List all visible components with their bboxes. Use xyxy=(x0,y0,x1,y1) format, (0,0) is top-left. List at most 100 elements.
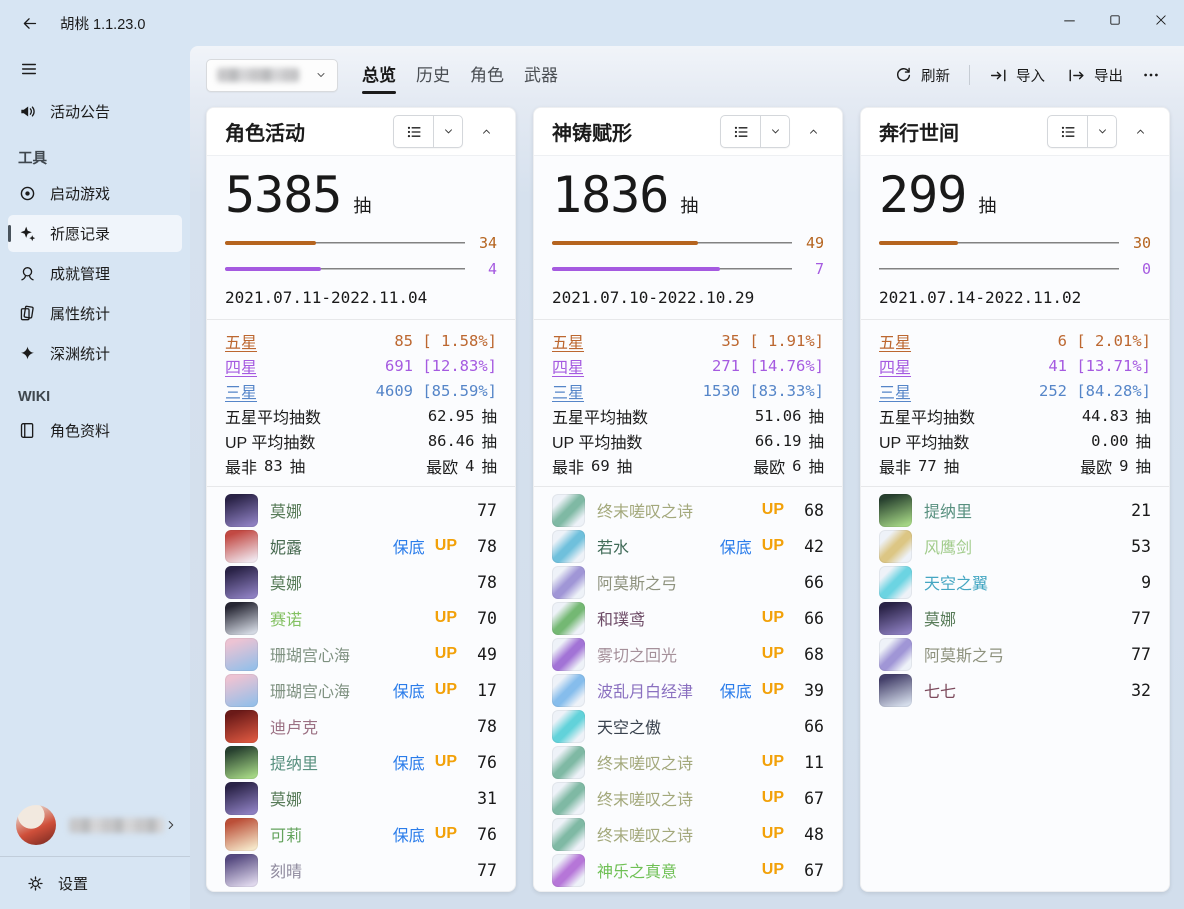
minimize-button[interactable] xyxy=(1046,0,1092,40)
list-item[interactable]: 莫娜 77 xyxy=(879,600,1151,636)
star-stat-row: 五星 85 [ 1.58%] xyxy=(225,328,497,353)
item-pull-count: 21 xyxy=(1123,501,1151,520)
list-item[interactable]: 阿莫斯之弓 77 xyxy=(879,636,1151,672)
list-item[interactable]: 迪卢克 78 xyxy=(225,708,497,744)
star-stat-row: 四星 41 [13.71%] xyxy=(879,353,1151,378)
sidebar-item[interactable]: 活动公告 xyxy=(8,93,182,130)
list-item[interactable]: 莫娜 78 xyxy=(225,564,497,600)
chevron-up-icon xyxy=(808,126,819,137)
skyward-claymore-icon xyxy=(552,710,585,743)
worst-pull-label: 最非 xyxy=(225,454,257,478)
star-rank-link[interactable]: 三星 xyxy=(879,379,911,403)
collapse-card-button[interactable] xyxy=(471,118,501,146)
export-button[interactable]: 导出 xyxy=(1056,59,1134,92)
aqua-simulacra-bow-icon xyxy=(552,530,585,563)
list-mode-split-button xyxy=(720,115,790,148)
item-name: 阿莫斯之弓 xyxy=(924,642,1004,666)
star-rank-link[interactable]: 三星 xyxy=(225,379,257,403)
more-button[interactable] xyxy=(1134,60,1168,90)
list-item[interactable]: 神乐之真意 UP67 xyxy=(552,852,824,888)
item-name: 莫娜 xyxy=(270,498,302,522)
average-stat-row: 五星平均抽数 44.83 抽 xyxy=(879,403,1151,428)
sidebar-item[interactable]: 成就管理 xyxy=(8,255,182,292)
tab-item[interactable]: 历史 xyxy=(406,55,460,96)
average-value: 62.95 xyxy=(428,407,475,425)
sidebar-item[interactable]: 属性统计 xyxy=(8,295,182,332)
list-item[interactable]: 妮露 保底UP78 xyxy=(225,528,497,564)
list-item[interactable]: 波乱月白经津 保底UP39 xyxy=(552,672,824,708)
list-icon xyxy=(1059,123,1077,141)
list-item[interactable]: 终末嗟叹之诗 UP48 xyxy=(552,816,824,852)
average-stat-row: 五星平均抽数 51.06 抽 xyxy=(552,403,824,428)
sidebar-item[interactable]: 启动游戏 xyxy=(8,175,182,212)
maximize-button[interactable] xyxy=(1092,0,1138,40)
list-item[interactable]: 可莉 保底UP76 xyxy=(225,816,497,852)
list-item[interactable]: 莫娜 77 xyxy=(225,492,497,528)
list-view-button[interactable] xyxy=(1048,116,1087,147)
star-rank-link[interactable]: 三星 xyxy=(552,379,584,403)
back-button[interactable] xyxy=(12,8,46,38)
list-item[interactable]: 提纳里 21 xyxy=(879,492,1151,528)
target-icon xyxy=(17,184,37,204)
skyward-harp-bow-icon xyxy=(879,566,912,599)
item-pull-count: 53 xyxy=(1123,537,1151,556)
star-count-percent: 271 [14.76%] xyxy=(712,357,824,375)
star-rank-link[interactable]: 四星 xyxy=(552,354,584,378)
list-item[interactable]: 终末嗟叹之诗 UP11 xyxy=(552,744,824,780)
list-item[interactable]: 七七 32 xyxy=(879,672,1151,708)
list-item[interactable]: 终末嗟叹之诗 UP68 xyxy=(552,492,824,528)
star-rank-link[interactable]: 五星 xyxy=(552,329,584,353)
action-label: 导入 xyxy=(1016,65,1045,86)
list-item[interactable]: 天空之傲 66 xyxy=(552,708,824,744)
amos-bow-icon xyxy=(552,566,585,599)
list-item[interactable]: 天空之翼 9 xyxy=(879,564,1151,600)
star-rank-link[interactable]: 四星 xyxy=(225,354,257,378)
tab-selected[interactable]: 总览 xyxy=(352,55,406,96)
list-item[interactable]: 风鹰剑 53 xyxy=(879,528,1151,564)
list-item[interactable]: 赛诺 UP70 xyxy=(225,600,497,636)
list-item[interactable]: 刻晴 77 xyxy=(225,852,497,888)
list-item[interactable]: 终末嗟叹之诗 UP67 xyxy=(552,780,824,816)
list-mode-dropdown-button[interactable] xyxy=(1088,116,1116,147)
list-item[interactable]: 若水 保底UP42 xyxy=(552,528,824,564)
bar-track xyxy=(879,241,1119,246)
collapse-card-button[interactable] xyxy=(798,118,828,146)
action-label: 刷新 xyxy=(921,65,950,86)
uid-selector-dropdown[interactable] xyxy=(206,59,338,92)
star-count-percent: 41 [13.71%] xyxy=(1048,357,1151,375)
list-item[interactable]: 雾切之回光 UP68 xyxy=(552,636,824,672)
list-view-button[interactable] xyxy=(394,116,433,147)
collapse-card-button[interactable] xyxy=(1125,118,1155,146)
menu-toggle-button[interactable] xyxy=(10,52,48,86)
sidebar-item[interactable]: 祈愿记录 xyxy=(8,215,182,252)
list-item[interactable]: 阿莫斯之弓 66 xyxy=(552,564,824,600)
sidebar-item-settings[interactable]: 设置 xyxy=(0,857,190,909)
list-item[interactable]: 提纳里 保底UP76 xyxy=(225,744,497,780)
list-item[interactable]: 珊瑚宫心海 UP49 xyxy=(225,636,497,672)
star-rank-link[interactable]: 四星 xyxy=(879,354,911,378)
tab-item[interactable]: 角色 xyxy=(460,55,514,96)
star-rank-link[interactable]: 五星 xyxy=(225,329,257,353)
star-rank-link[interactable]: 五星 xyxy=(879,329,911,353)
list-item[interactable]: 珊瑚宫心海 保底UP17 xyxy=(225,672,497,708)
average-stat-row: UP 平均抽数 66.19 抽 xyxy=(552,428,824,453)
list-view-button[interactable] xyxy=(721,116,760,147)
user-account-row[interactable] xyxy=(0,794,190,856)
list-mode-dropdown-button[interactable] xyxy=(761,116,789,147)
list-mode-dropdown-button[interactable] xyxy=(434,116,462,147)
close-button[interactable] xyxy=(1138,0,1184,40)
item-name: 波乱月白经津 xyxy=(597,678,693,702)
list-item[interactable]: 和璞鸢 UP66 xyxy=(552,600,824,636)
item-name: 妮露 xyxy=(270,534,302,558)
import-button[interactable]: 导入 xyxy=(978,59,1056,92)
item-pull-count: 67 xyxy=(796,789,824,808)
item-pull-count: 77 xyxy=(469,861,497,880)
sidebar-item[interactable]: 角色资料 xyxy=(8,412,182,449)
keqing-portrait-icon xyxy=(225,854,258,887)
sidebar-item[interactable]: 深渊统计 xyxy=(8,335,182,372)
list-item[interactable]: 莫娜 31 xyxy=(225,780,497,816)
refresh-button[interactable]: 刷新 xyxy=(883,59,961,92)
item-pull-count: 66 xyxy=(796,717,824,736)
tab-item[interactable]: 武器 xyxy=(514,55,568,96)
item-name: 莫娜 xyxy=(270,570,302,594)
